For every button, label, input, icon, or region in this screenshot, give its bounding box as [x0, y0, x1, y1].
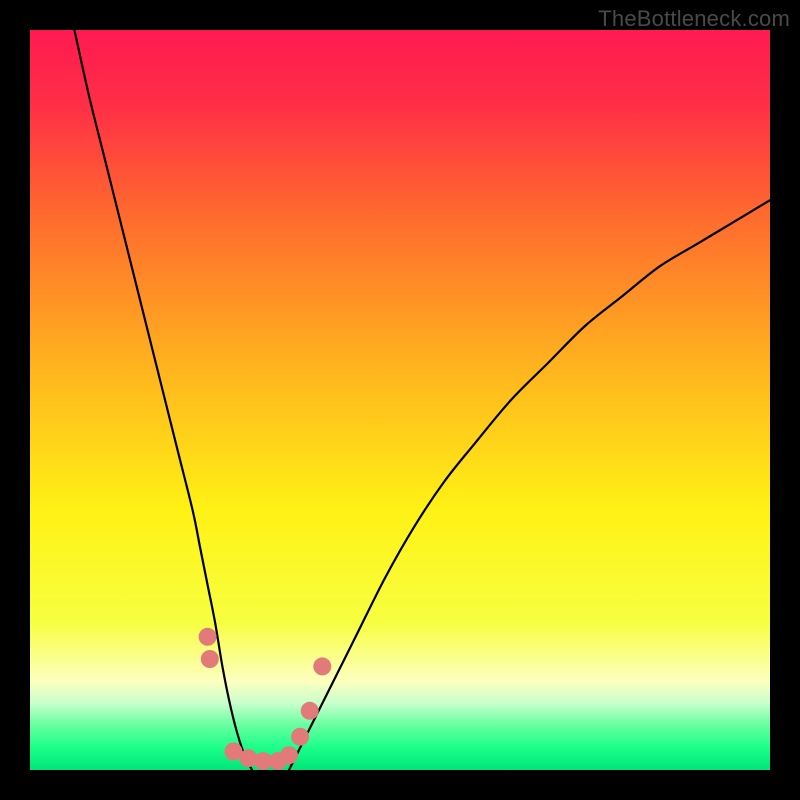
marker-dot [291, 728, 309, 746]
watermark-text: TheBottleneck.com [598, 6, 790, 32]
marker-dot [280, 746, 298, 764]
marker-dot [301, 702, 319, 720]
gradient-background [30, 30, 770, 770]
marker-dot [313, 657, 331, 675]
marker-dot [199, 628, 217, 646]
marker-dot [239, 749, 257, 767]
chart-frame: TheBottleneck.com [0, 0, 800, 800]
marker-dot [201, 650, 219, 668]
plot-area [30, 30, 770, 770]
chart-svg [30, 30, 770, 770]
